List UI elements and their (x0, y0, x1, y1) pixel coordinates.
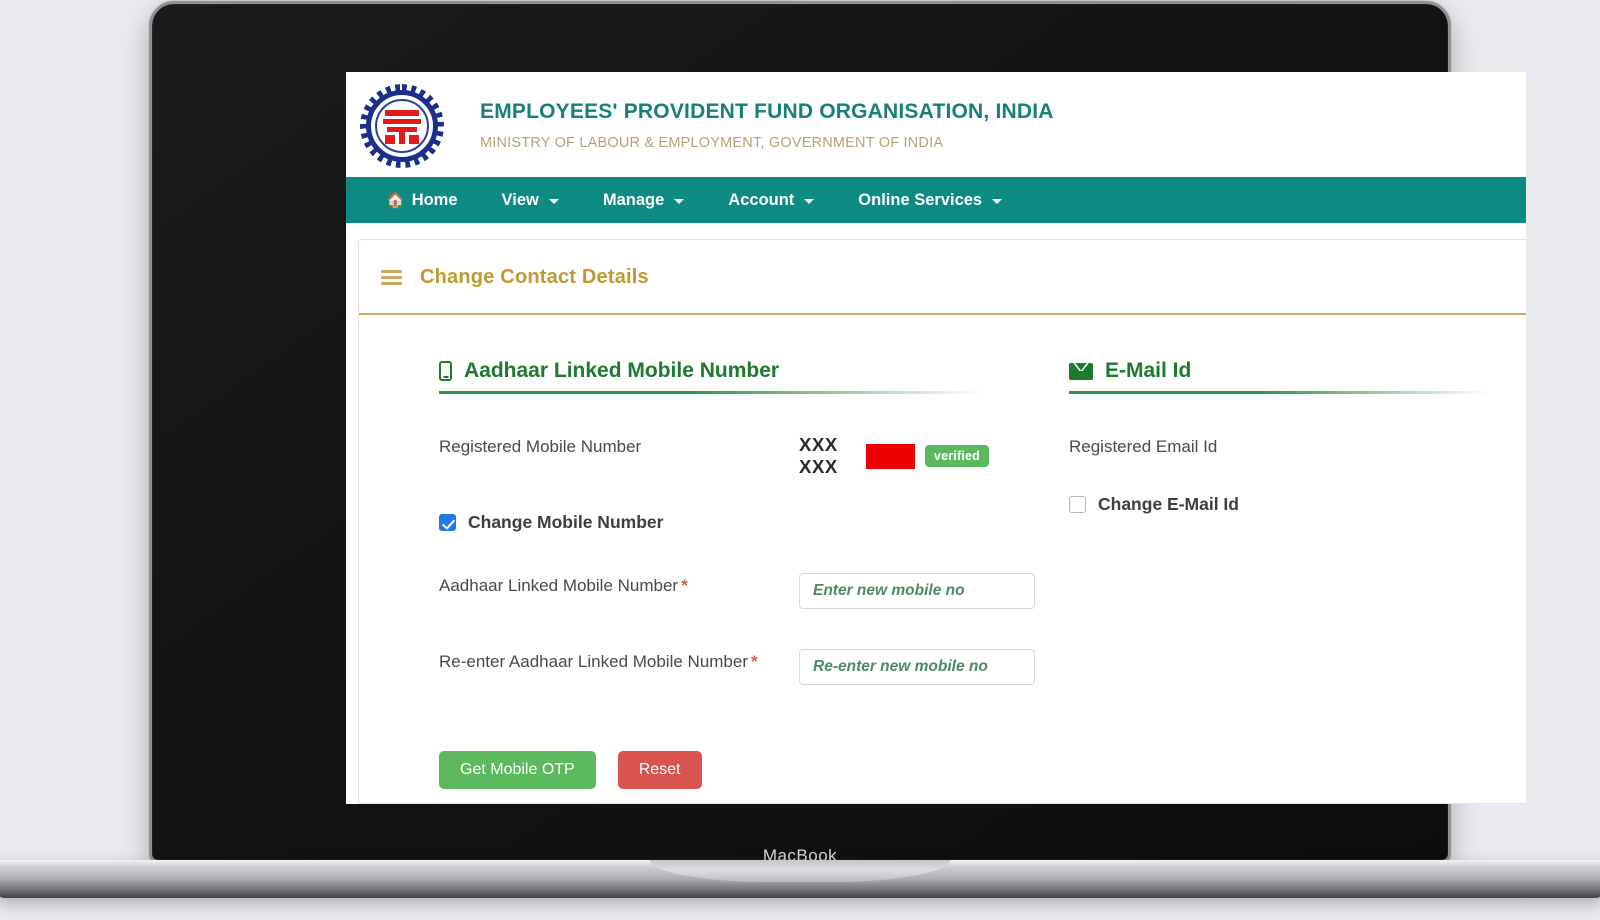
registered-mobile-value-group: XXX XXX verified (799, 434, 989, 478)
nav-item-view[interactable]: View (480, 177, 581, 223)
envelope-icon (1069, 362, 1093, 380)
reenter-mobile-label-text: Re-enter Aadhaar Linked Mobile Number (439, 652, 749, 671)
nav-label: Online Services (858, 190, 983, 209)
chevron-down-icon (548, 198, 559, 204)
chevron-down-icon (804, 198, 815, 204)
email-section-title: E-Mail Id (1105, 359, 1192, 382)
chevron-down-icon (992, 198, 1003, 204)
nav-label: View (501, 190, 539, 209)
page-title: Change Contact Details (420, 266, 649, 288)
required-asterisk: * (681, 576, 688, 595)
registered-email-row: Registered Email Id (1069, 434, 1526, 460)
new-mobile-label-text: Aadhaar Linked Mobile Number (439, 576, 679, 595)
main-navigation: 🏠 Home View Manage Account Online Servic… (346, 177, 1526, 223)
logo-emblem (381, 105, 423, 146)
laptop-mockup: EMPLOYEES' PROVIDENT FUND ORGANISATION, … (0, 0, 1600, 920)
laptop-lid: EMPLOYEES' PROVIDENT FUND ORGANISATION, … (152, 4, 1526, 865)
action-button-row: Get Mobile OTP Reset (359, 751, 1526, 789)
change-email-checkbox[interactable] (1069, 496, 1086, 514)
nav-label: Manage (602, 190, 665, 209)
registered-email-label: Registered Email Id (1069, 437, 1218, 456)
status-badge: verified (924, 444, 989, 468)
mobile-section-heading: Aadhaar Linked Mobile Number (439, 359, 989, 394)
chevron-down-icon (674, 198, 685, 204)
email-section-heading: E-Mail Id (1069, 359, 1526, 394)
mobile-section-title: Aadhaar Linked Mobile Number (464, 359, 780, 382)
change-mobile-checkbox[interactable] (439, 514, 456, 531)
card-header: Change Contact Details (359, 240, 1526, 315)
email-panel: E-Mail Id Registered Email Id Change E-M… (989, 359, 1526, 685)
content-area: Change Contact Details Aadhaar Linked Mo… (346, 223, 1526, 804)
nav-item-online-services[interactable]: Online Services (836, 177, 1024, 223)
nav-item-account[interactable]: Account (706, 177, 836, 223)
masked-mobile-number: XXX XXX (799, 434, 838, 477)
registered-mobile-label: Registered Mobile Number (439, 437, 642, 456)
reset-button[interactable]: Reset (617, 751, 702, 789)
required-asterisk: * (751, 652, 758, 671)
change-mobile-checkbox-row[interactable]: Change Mobile Number (439, 512, 989, 533)
card-body: Aadhaar Linked Mobile Number Registered … (359, 315, 1526, 685)
new-mobile-label: Aadhaar Linked Mobile Number * (439, 573, 799, 599)
aadhaar-mobile-panel: Aadhaar Linked Mobile Number Registered … (359, 359, 1035, 685)
nav-label: Account (728, 190, 795, 209)
change-email-checkbox-label: Change E-Mail Id (1098, 494, 1239, 515)
reenter-mobile-label: Re-enter Aadhaar Linked Mobile Number * (439, 649, 799, 675)
site-header: EMPLOYEES' PROVIDENT FUND ORGANISATION, … (346, 72, 1526, 177)
hamburger-menu-icon[interactable] (381, 270, 402, 285)
mobile-phone-icon (439, 361, 452, 381)
nav-item-home[interactable]: 🏠 Home (364, 177, 480, 223)
home-icon: 🏠 (386, 191, 405, 209)
epfo-emblem-icon (360, 83, 444, 168)
nav-item-manage[interactable]: Manage (581, 177, 706, 223)
reenter-mobile-row: Re-enter Aadhaar Linked Mobile Number * (439, 649, 1035, 685)
change-contact-details-card: Change Contact Details Aadhaar Linked Mo… (358, 239, 1526, 804)
organisation-title: EMPLOYEES' PROVIDENT FUND ORGANISATION, … (480, 100, 1054, 123)
change-email-checkbox-row[interactable]: Change E-Mail Id (1069, 494, 1526, 515)
browser-viewport: EMPLOYEES' PROVIDENT FUND ORGANISATION, … (346, 72, 1526, 804)
change-mobile-checkbox-label: Change Mobile Number (468, 512, 664, 532)
nav-label: Home (411, 190, 458, 209)
new-mobile-row: Aadhaar Linked Mobile Number * (439, 573, 1035, 609)
get-mobile-otp-button[interactable]: Get Mobile OTP (439, 751, 596, 789)
ministry-subtitle: MINISTRY OF LABOUR & EMPLOYMENT, GOVERNM… (480, 135, 944, 151)
redaction-block (866, 443, 915, 469)
header-titles: EMPLOYEES' PROVIDENT FUND ORGANISATION, … (480, 100, 1054, 151)
registered-mobile-row: Registered Mobile Number XXX XXX verifie… (439, 434, 989, 478)
